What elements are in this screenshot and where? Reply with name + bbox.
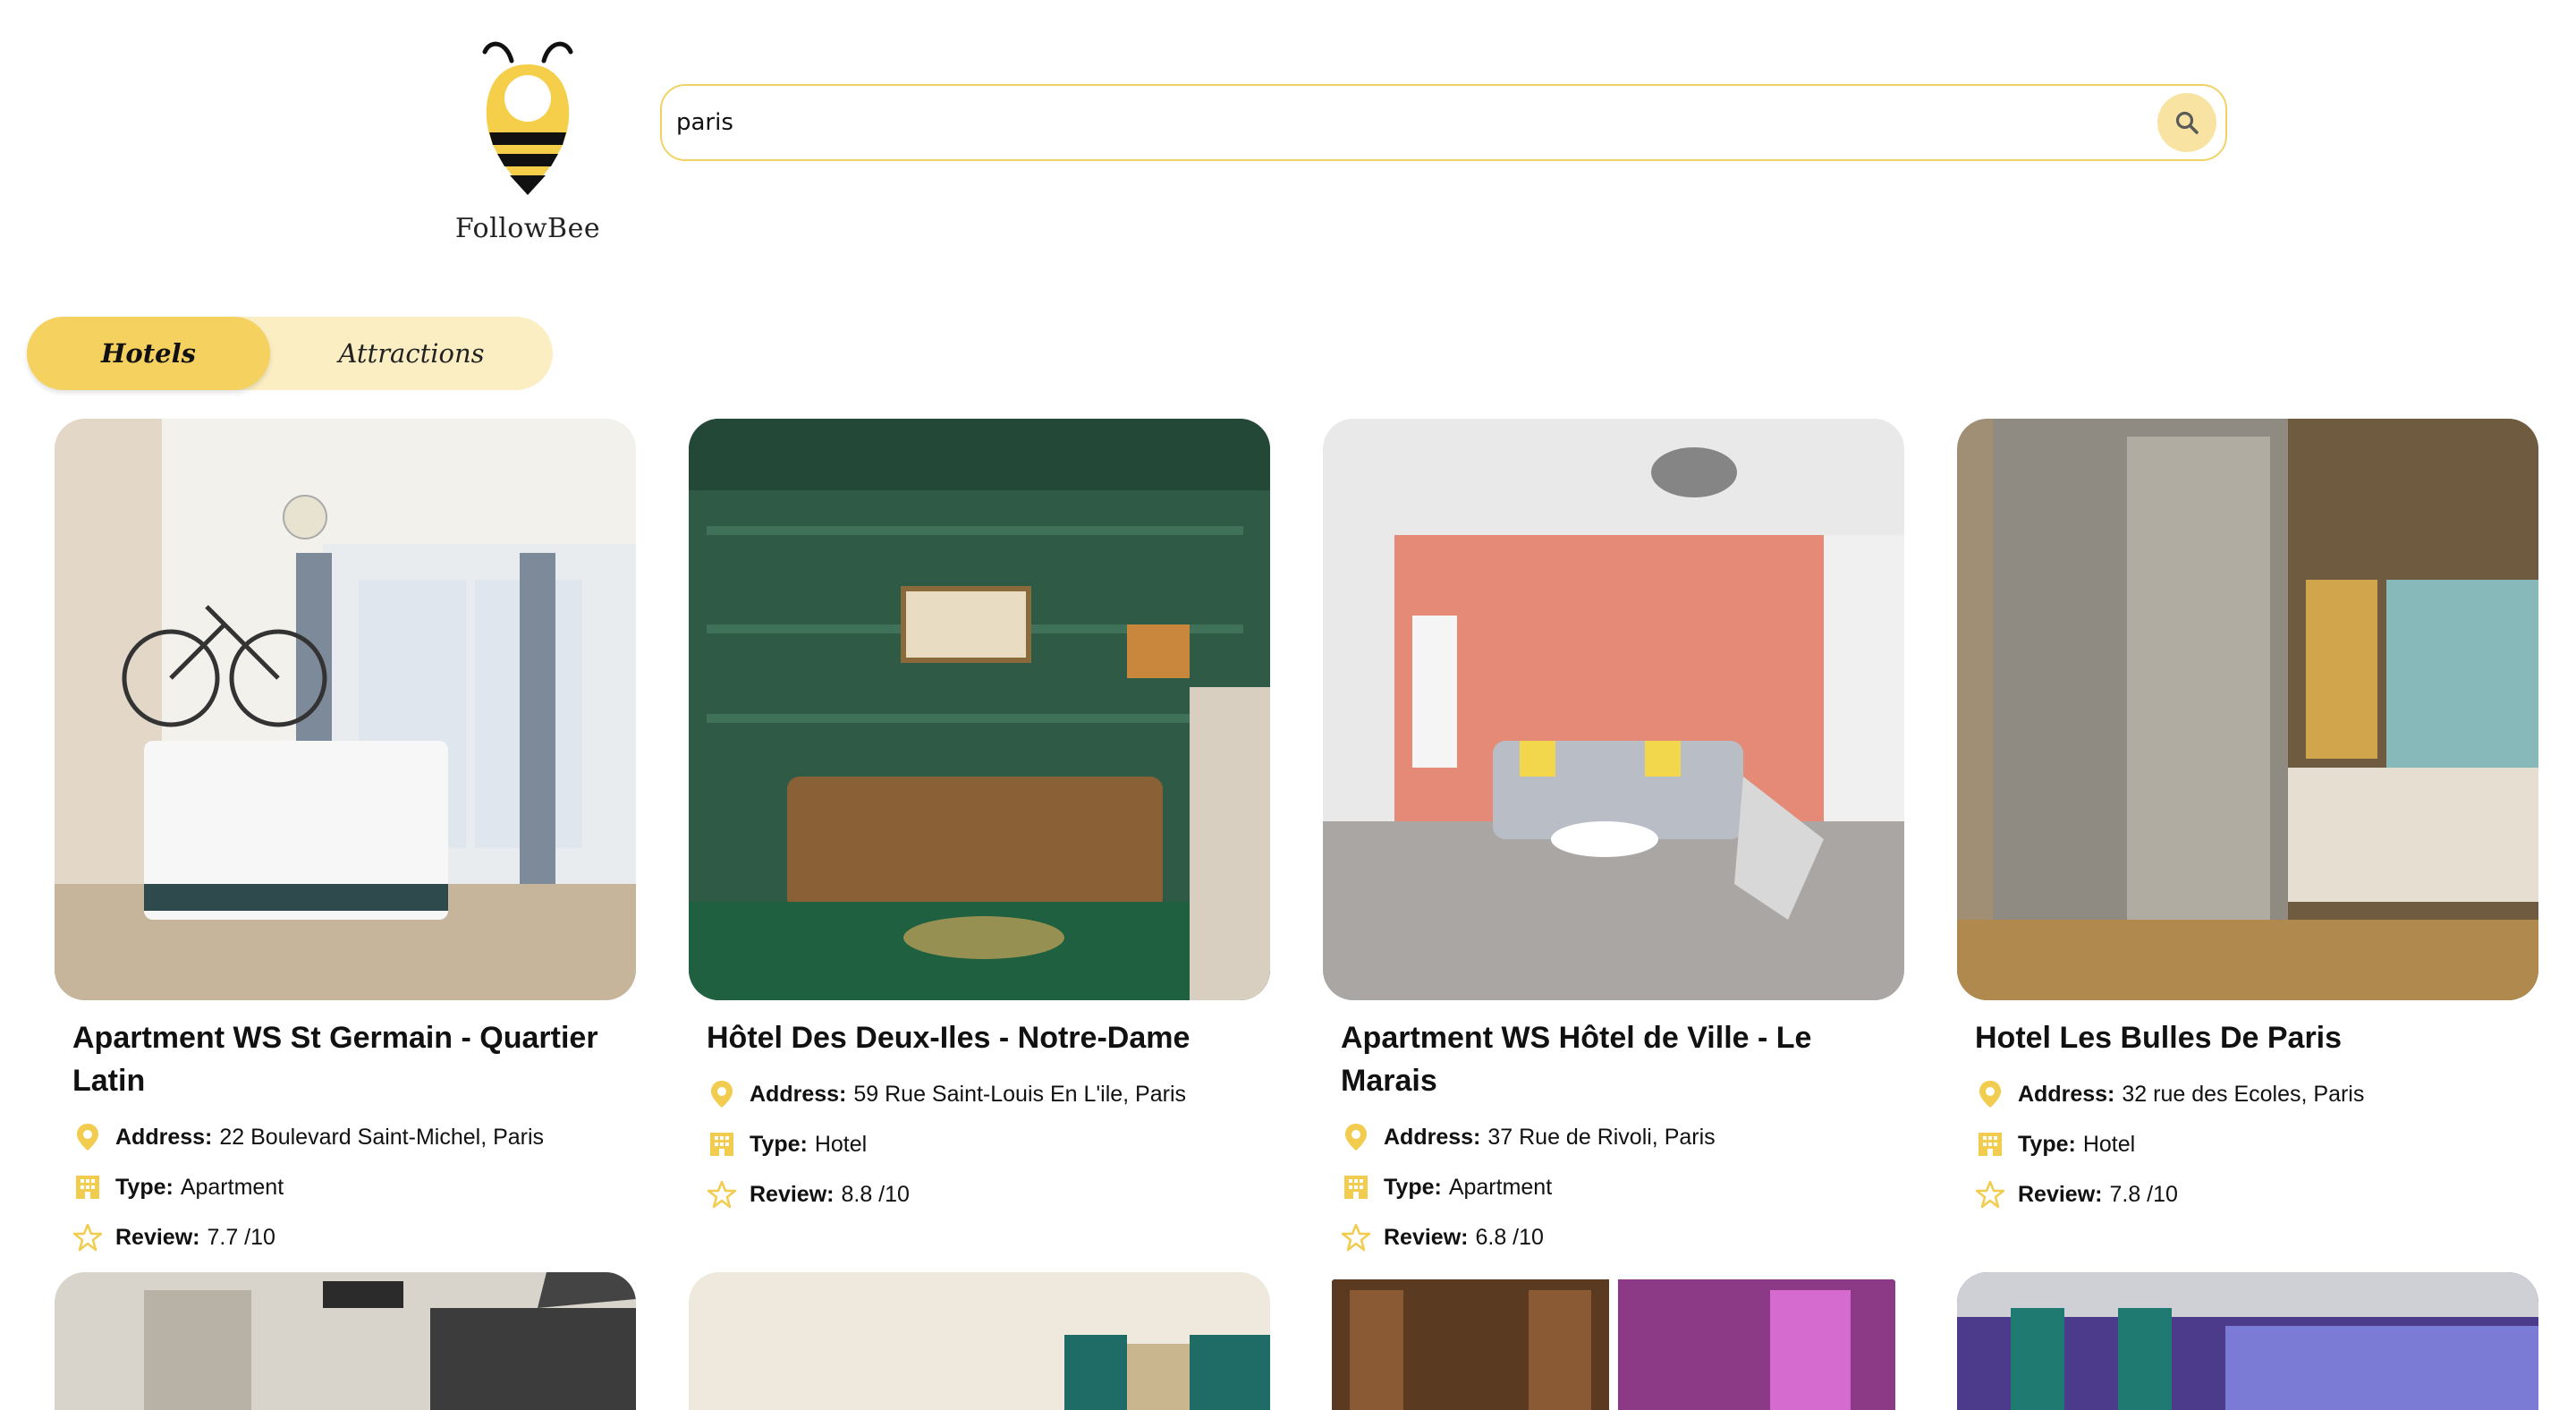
hotel-review: Review: 7.7 /10: [55, 1219, 636, 1256]
review-value: 6.8 /10: [1475, 1224, 1544, 1250]
star-outline-icon: [72, 1222, 103, 1253]
hotel-card[interactable]: Apartment WS St Germain - Quartier Latin…: [55, 419, 636, 1256]
hotel-review: Review: 8.8 /10: [689, 1176, 1270, 1213]
review-label: Review:: [1384, 1224, 1469, 1250]
hotel-address: Address: 59 Rue Saint-Louis En L'ile, Pa…: [689, 1075, 1270, 1113]
building-icon: [1341, 1172, 1371, 1202]
hotel-photo[interactable]: [55, 419, 636, 1000]
hotel-name[interactable]: Hôtel Des Deux-Iles - Notre-Dame: [689, 1016, 1270, 1059]
hotel-type: Type: Apartment: [55, 1168, 636, 1206]
hotel-review: Review: 6.8 /10: [1323, 1219, 1904, 1256]
hotel-name[interactable]: Apartment WS Hôtel de Ville - Le Marais: [1323, 1016, 1904, 1102]
search-button[interactable]: [2157, 93, 2216, 152]
address-value: 59 Rue Saint-Louis En L'ile, Paris: [853, 1081, 1187, 1107]
page: FollowBee Hotels Attractions: [0, 0, 2576, 1410]
address-value: 37 Rue de Rivoli, Paris: [1487, 1124, 1716, 1150]
search-bar: [660, 84, 2227, 161]
address-value: 32 rue des Ecoles, Paris: [2122, 1081, 2365, 1107]
hotel-card[interactable]: Hôtel Des Deux-Iles - Notre-Dame Address…: [689, 419, 1270, 1213]
star-outline-icon: [1975, 1179, 2005, 1210]
hotel-card[interactable]: [55, 1272, 636, 1410]
hotel-photo[interactable]: [689, 1272, 1270, 1410]
search-input[interactable]: [676, 109, 2157, 136]
hotel-card[interactable]: Apartment WS Hôtel de Ville - Le Marais …: [1323, 419, 1904, 1256]
review-value: 7.7 /10: [207, 1224, 275, 1250]
type-label: Type:: [750, 1131, 808, 1157]
hotel-type: Type: Hotel: [1957, 1125, 2538, 1163]
brand-logo[interactable]: FollowBee: [447, 32, 608, 256]
review-value: 8.8 /10: [841, 1181, 910, 1207]
hotel-card[interactable]: [1957, 1272, 2538, 1410]
review-value: 7.8 /10: [2109, 1181, 2178, 1207]
category-tabs: Hotels Attractions: [27, 317, 553, 390]
tab-hotels[interactable]: Hotels: [27, 317, 270, 390]
map-pin-icon: [1341, 1122, 1371, 1152]
search-icon: [2175, 111, 2199, 134]
hotel-photo[interactable]: [1957, 419, 2538, 1000]
hotel-name[interactable]: Hotel Les Bulles De Paris: [1957, 1016, 2538, 1059]
building-icon: [72, 1172, 103, 1202]
building-icon: [1975, 1129, 2005, 1159]
hotel-card[interactable]: [689, 1272, 1270, 1410]
hotel-card[interactable]: Hotel Les Bulles De Paris Address: 32 ru…: [1957, 419, 2538, 1213]
star-outline-icon: [1341, 1222, 1371, 1253]
building-icon: [707, 1129, 737, 1159]
hotel-review: Review: 7.8 /10: [1957, 1176, 2538, 1213]
tab-attractions[interactable]: Attractions: [270, 317, 553, 390]
hotel-address: Address: 37 Rue de Rivoli, Paris: [1323, 1118, 1904, 1156]
map-pin-icon: [707, 1079, 737, 1109]
type-value: Hotel: [814, 1131, 868, 1157]
address-label: Address:: [115, 1124, 213, 1150]
hotel-address: Address: 22 Boulevard Saint-Michel, Pari…: [55, 1118, 636, 1156]
map-pin-icon: [72, 1122, 103, 1152]
hotel-type: Type: Hotel: [689, 1125, 1270, 1163]
review-label: Review:: [750, 1181, 835, 1207]
type-label: Type:: [1384, 1174, 1442, 1200]
map-pin-icon: [1975, 1079, 2005, 1109]
hotel-photo[interactable]: [1323, 1272, 1904, 1410]
type-value: Apartment: [1448, 1174, 1553, 1200]
hotel-photo[interactable]: [1957, 1272, 2538, 1410]
hotel-type: Type: Apartment: [1323, 1168, 1904, 1206]
hotel-photo[interactable]: [55, 1272, 636, 1410]
hotel-card[interactable]: [1323, 1272, 1904, 1410]
address-label: Address:: [750, 1081, 847, 1107]
star-outline-icon: [707, 1179, 737, 1210]
review-label: Review:: [2018, 1181, 2103, 1207]
address-label: Address:: [1384, 1124, 1481, 1150]
hotel-photo[interactable]: [1323, 419, 1904, 1000]
bee-logo-icon: [482, 41, 573, 195]
type-label: Type:: [115, 1174, 174, 1200]
type-value: Apartment: [180, 1174, 284, 1200]
review-label: Review:: [115, 1224, 200, 1250]
address-value: 22 Boulevard Saint-Michel, Paris: [219, 1124, 545, 1150]
hotel-name[interactable]: Apartment WS St Germain - Quartier Latin: [55, 1016, 636, 1102]
brand-name: FollowBee: [454, 213, 601, 244]
address-label: Address:: [2018, 1081, 2115, 1107]
type-label: Type:: [2018, 1131, 2076, 1157]
hotel-photo[interactable]: [689, 419, 1270, 1000]
hotel-address: Address: 32 rue des Ecoles, Paris: [1957, 1075, 2538, 1113]
type-value: Hotel: [2082, 1131, 2136, 1157]
